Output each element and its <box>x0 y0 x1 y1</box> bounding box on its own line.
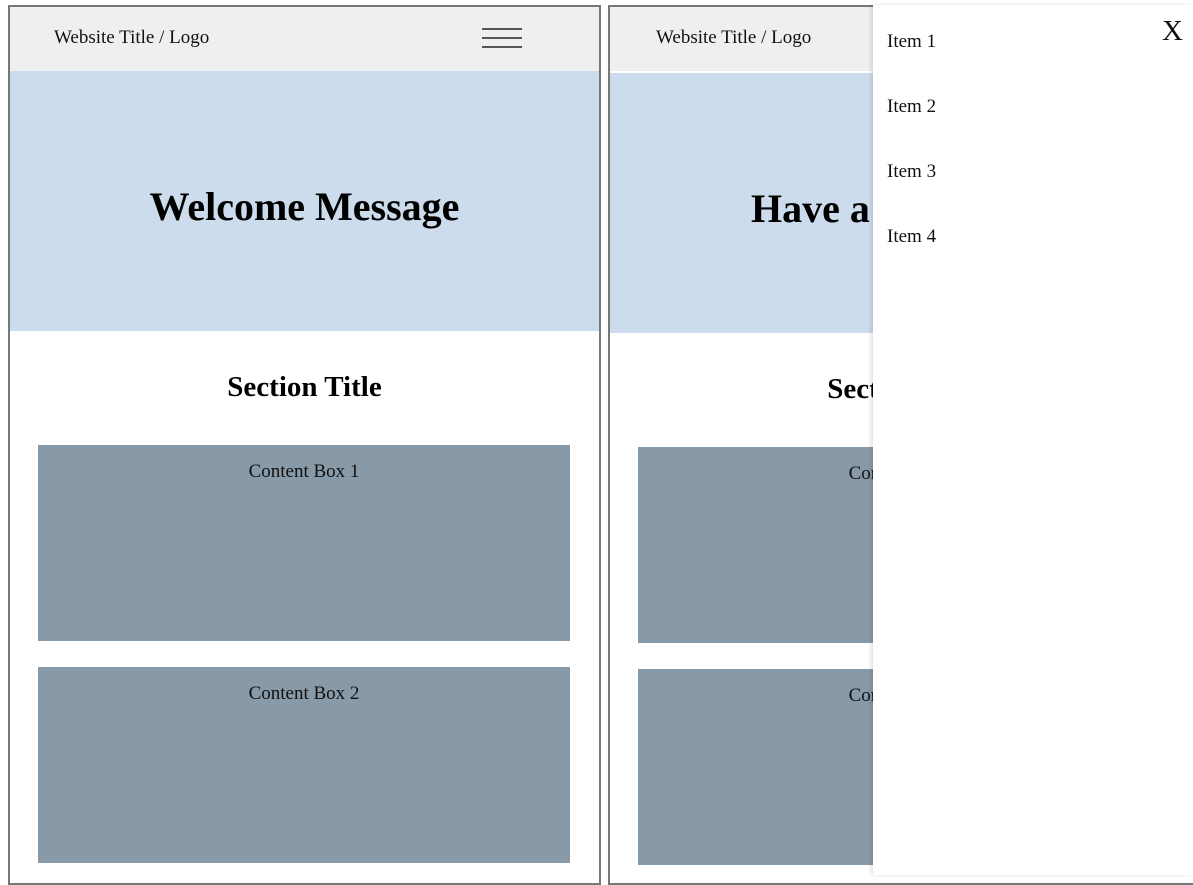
nav-item-2[interactable]: Item 2 <box>887 96 936 118</box>
site-header: Website Title / Logo <box>10 7 599 71</box>
content-box-label: Content Box 2 <box>248 683 360 704</box>
close-menu-button[interactable]: X <box>1162 17 1183 46</box>
content-box: Content Box 1 <box>38 445 570 641</box>
section-title: Section Title <box>227 371 382 403</box>
nav-item-4[interactable]: Item 4 <box>887 226 936 248</box>
hero-title: Welcome Message <box>149 184 460 229</box>
hero-banner: Welcome Message <box>10 71 599 331</box>
nav-item-1[interactable]: Item 1 <box>887 31 936 53</box>
hamburger-menu-icon[interactable] <box>482 28 522 52</box>
content-box-label: Content Box 1 <box>248 461 360 482</box>
mobile-view-menu-closed: Website Title / Logo Welcome Message Sec… <box>8 5 601 885</box>
nav-item-3[interactable]: Item 3 <box>887 161 936 183</box>
site-title-logo[interactable]: Website Title / Logo <box>54 27 209 49</box>
nav-drawer: X Item 1 Item 2 Item 3 Item 4 <box>873 5 1193 875</box>
content-box: Content Box 2 <box>38 667 570 863</box>
site-title-logo[interactable]: Website Title / Logo <box>656 27 811 49</box>
